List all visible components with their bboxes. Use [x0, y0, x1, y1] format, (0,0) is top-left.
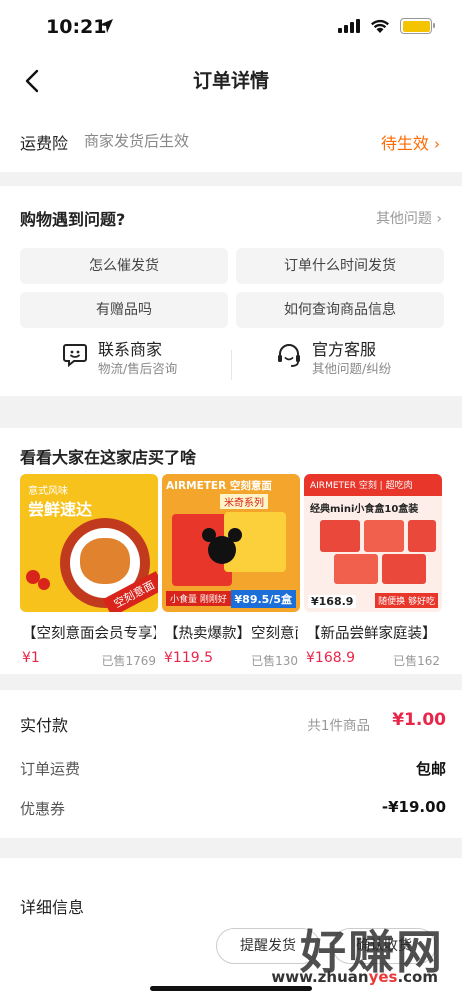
other-problems-label: 其他问题: [375, 211, 432, 227]
mickey-ear: [202, 528, 216, 542]
coupon-value: -¥19.00: [381, 798, 446, 816]
insurance-desc: 商家发货后生效: [84, 132, 190, 150]
payment-summary-card: 实付款 共1件商品 ¥1.00 订单运费 包邮 优惠券 -¥19.00: [0, 690, 462, 838]
product-name: 【热卖爆款】空刻意面: [164, 626, 298, 642]
detail-info-title: 详细信息: [20, 898, 85, 917]
product-box: [334, 554, 378, 584]
product-sold-count: 已售130: [251, 654, 298, 668]
product-image-brand: AIRMETER 空刻 | 超吃肉: [310, 481, 413, 491]
product-card[interactable]: AIRMETER 空刻意面 米奇系列 小食量 刚刚好 ¥89.5/5盒 【热卖爆…: [162, 474, 300, 670]
other-problems-link[interactable]: 其他问题 ›: [376, 208, 442, 228]
insurance-status: 待生效: [380, 134, 429, 153]
headset-icon: [278, 344, 300, 367]
recommend-title: 看看大家在这家店买了啥: [20, 448, 197, 467]
official-service-sub: 其他问题/纠纷: [312, 361, 392, 376]
status-indicators: [338, 18, 435, 34]
tomato: [38, 578, 50, 590]
home-indicator: [150, 986, 312, 991]
product-image: 意式风味 尝鲜速达 空刻意面: [20, 474, 158, 612]
product-price: ¥119.5: [164, 650, 213, 666]
shipping-fee-label: 订单运费: [20, 760, 81, 778]
product-image-headline: 尝鲜速达: [28, 500, 93, 519]
status-bar: 10:21: [0, 0, 462, 56]
chevron-right-icon: ›: [434, 135, 440, 153]
watermark-url-post: .com: [397, 968, 438, 986]
official-service-label: 官方客服: [312, 340, 377, 359]
insurance-label: 运费险: [20, 134, 69, 153]
product-image-price: ¥168.9: [308, 595, 357, 608]
chevron-right-icon: ›: [436, 211, 442, 227]
problem-title: 购物遇到问题?: [20, 210, 126, 229]
product-image-price: ¥89.5/5盒: [230, 590, 296, 608]
shipping-fee-value: 包邮: [415, 760, 446, 778]
product-card[interactable]: AIRMETER 空刻 | 超吃肉 经典mini小食盒10盒装 ¥168.9 随…: [304, 474, 442, 670]
question-button[interactable]: 订单什么时间发货: [236, 248, 444, 284]
product-box: [364, 520, 404, 552]
watermark-url-pre: www.zhuan: [271, 968, 369, 986]
product-name: 【新品尝鲜家庭装】: [306, 626, 437, 642]
question-button[interactable]: 怎么催发货: [20, 248, 228, 284]
watermark-url-hl: yes: [368, 968, 398, 986]
product-card[interactable]: 意式风味 尝鲜速达 空刻意面 【空刻意面会员专享】 ¥1 已售1769: [20, 474, 158, 670]
official-service-button[interactable]: 官方客服 其他问题/纠纷: [276, 336, 416, 380]
wifi-icon: [371, 19, 389, 33]
paid-amount-label: 实付款: [20, 716, 69, 735]
product-image-badge: 随便换 够好吃: [375, 593, 438, 608]
product-image: AIRMETER 空刻意面 米奇系列 小食量 刚刚好 ¥89.5/5盒: [162, 474, 300, 612]
watermark-url: www.zhuanyes.com: [271, 968, 438, 986]
product-box: [408, 520, 436, 552]
question-button[interactable]: 有赠品吗: [20, 292, 228, 328]
merchant-chat-icon: [63, 344, 87, 368]
mickey-ear: [228, 528, 242, 542]
question-button[interactable]: 如何查询商品信息: [236, 292, 444, 328]
product-box: [382, 554, 426, 584]
product-image-brand: AIRMETER 空刻意面: [166, 480, 272, 492]
nav-bar: 订单详情: [0, 56, 462, 106]
signal-icon: [338, 19, 360, 33]
product-name: 【空刻意面会员专享】: [22, 626, 156, 642]
paid-amount: ¥1.00: [392, 710, 446, 730]
product-image-headline: 经典mini小食盒10盒装: [310, 504, 419, 515]
freight-insurance-card: 运费险 商家发货后生效 待生效 ›: [0, 106, 462, 172]
product-price: ¥1: [22, 650, 40, 666]
store-recommendations-card: 看看大家在这家店买了啥 意式风味 尝鲜速达 空刻意面 【空刻意面会员专享】 ¥1…: [0, 428, 462, 674]
product-image-series: 米奇系列: [220, 494, 268, 509]
item-count: 共1件商品: [307, 718, 370, 734]
product-box: [320, 520, 360, 552]
product-price: ¥168.9: [306, 650, 355, 666]
pasta-food: [80, 538, 130, 584]
location-arrow-icon: [99, 19, 113, 33]
insurance-status-link[interactable]: 待生效 ›: [381, 130, 440, 154]
contact-merchant-sub: 物流/售后咨询: [98, 361, 178, 376]
contact-merchant-label: 联系商家: [98, 340, 163, 359]
contact-merchant-button[interactable]: 联系商家 物流/售后咨询: [62, 336, 202, 380]
battery-icon: [400, 18, 435, 34]
shopping-problem-card: 购物遇到问题? 其他问题 › 怎么催发货 订单什么时间发货 有赠品吗 如何查询商…: [0, 186, 462, 396]
divider: [231, 350, 232, 380]
product-sold-count: 已售1769: [101, 654, 156, 668]
product-image: AIRMETER 空刻 | 超吃肉 经典mini小食盒10盒装 ¥168.9 随…: [304, 474, 442, 612]
page-title: 订单详情: [192, 70, 269, 92]
product-sold-count: 已售162: [393, 654, 440, 668]
coupon-label: 优惠券: [20, 800, 66, 818]
product-image-tag: 意式风味: [28, 486, 68, 497]
product-image-badge: 小食量 刚刚好: [166, 591, 231, 606]
